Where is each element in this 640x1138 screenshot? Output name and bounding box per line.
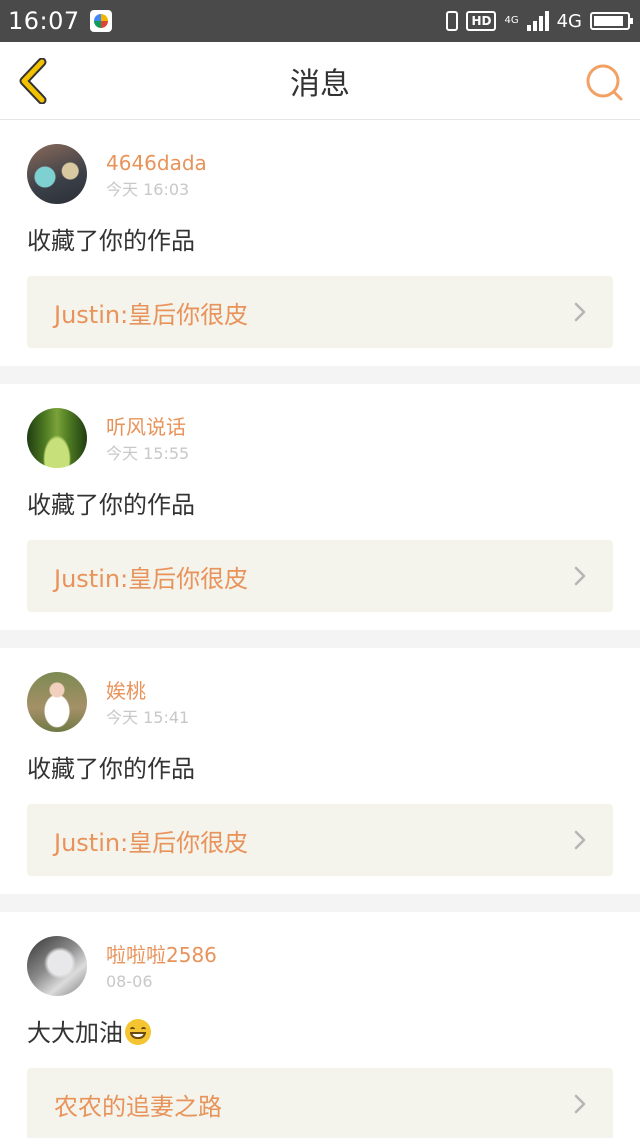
action-text: 收藏了你的作品 [27, 491, 195, 519]
message-header: 听风说话 今天 15:55 [27, 408, 613, 468]
work-link[interactable]: Justin:皇后你很皮 [27, 276, 613, 348]
timestamp: 08-06 [106, 972, 153, 991]
message-meta: 啦啦啦2586 08-06 [106, 936, 217, 992]
back-chevron-icon[interactable] [16, 58, 52, 104]
avatar[interactable] [27, 144, 87, 204]
work-title: Justin:皇后你很皮 [54, 564, 249, 593]
message-card: 4646dada 今天 16:03 收藏了你的作品 Justin:皇后你很皮 [0, 120, 640, 366]
work-link[interactable]: Justin:皇后你很皮 [27, 540, 613, 612]
avatar[interactable] [27, 936, 87, 996]
username[interactable]: 啦啦啦2586 [106, 942, 217, 968]
chevron-right-icon [574, 302, 586, 322]
timestamp: 今天 15:55 [106, 444, 190, 463]
avatar[interactable] [27, 672, 87, 732]
page-title: 消息 [290, 66, 350, 102]
work-title: Justin:皇后你很皮 [54, 300, 249, 329]
username[interactable]: 听风说话 [106, 414, 189, 440]
chevron-right-icon [574, 566, 586, 586]
work-link[interactable]: 农农的追妻之路 [27, 1068, 613, 1138]
chevron-right-icon [574, 830, 586, 850]
message-list: 4646dada 今天 16:03 收藏了你的作品 Justin:皇后你很皮 听… [0, 120, 640, 1138]
action-text: 收藏了你的作品 [27, 227, 195, 255]
app-notification-icon [89, 10, 112, 32]
message-header: 啦啦啦2586 08-06 [27, 936, 613, 996]
comment-body: 大大加油 [27, 1019, 123, 1047]
message-header: 4646dada 今天 16:03 [27, 144, 613, 204]
timestamp: 今天 15:41 [106, 708, 190, 727]
hd-badge: HD [466, 11, 497, 31]
work-title: 农农的追妻之路 [54, 1092, 222, 1121]
grinning-face-icon [125, 1019, 151, 1045]
comment-text: 大大加油 [27, 1018, 613, 1048]
status-time: 16:07 [8, 7, 80, 35]
message-card: 听风说话 今天 15:55 收藏了你的作品 Justin:皇后你很皮 [0, 384, 640, 630]
status-bar-right: HD 4G 4G [446, 10, 633, 32]
work-title: Justin:皇后你很皮 [54, 828, 249, 857]
timestamp: 今天 16:03 [106, 180, 190, 199]
status-bar-left: 16:07 [8, 7, 112, 35]
nav-bar: 消息 [0, 42, 640, 120]
message-meta: 娭桃 今天 15:41 [106, 672, 189, 728]
work-link[interactable]: Justin:皇后你很皮 [27, 804, 613, 876]
search-icon[interactable] [584, 62, 624, 102]
message-header: 娭桃 今天 15:41 [27, 672, 613, 732]
vibrate-icon [446, 11, 459, 31]
message-meta: 听风说话 今天 15:55 [106, 408, 189, 464]
signal-icon [526, 11, 549, 31]
message-card: 啦啦啦2586 08-06 大大加油 农农的追妻之路 [0, 912, 640, 1138]
battery-icon [590, 12, 633, 30]
avatar[interactable] [27, 408, 87, 468]
message-card: 娭桃 今天 15:41 收藏了你的作品 Justin:皇后你很皮 [0, 648, 640, 894]
username[interactable]: 4646dada [106, 150, 207, 176]
status-bar: 16:07 HD 4G 4G [0, 0, 640, 42]
username[interactable]: 娭桃 [106, 678, 189, 704]
chevron-right-icon [574, 1094, 586, 1114]
action-text: 收藏了你的作品 [27, 755, 195, 783]
network-type: 4G [556, 10, 582, 32]
network-type-small: 4G [504, 15, 519, 26]
message-meta: 4646dada 今天 16:03 [106, 144, 207, 200]
